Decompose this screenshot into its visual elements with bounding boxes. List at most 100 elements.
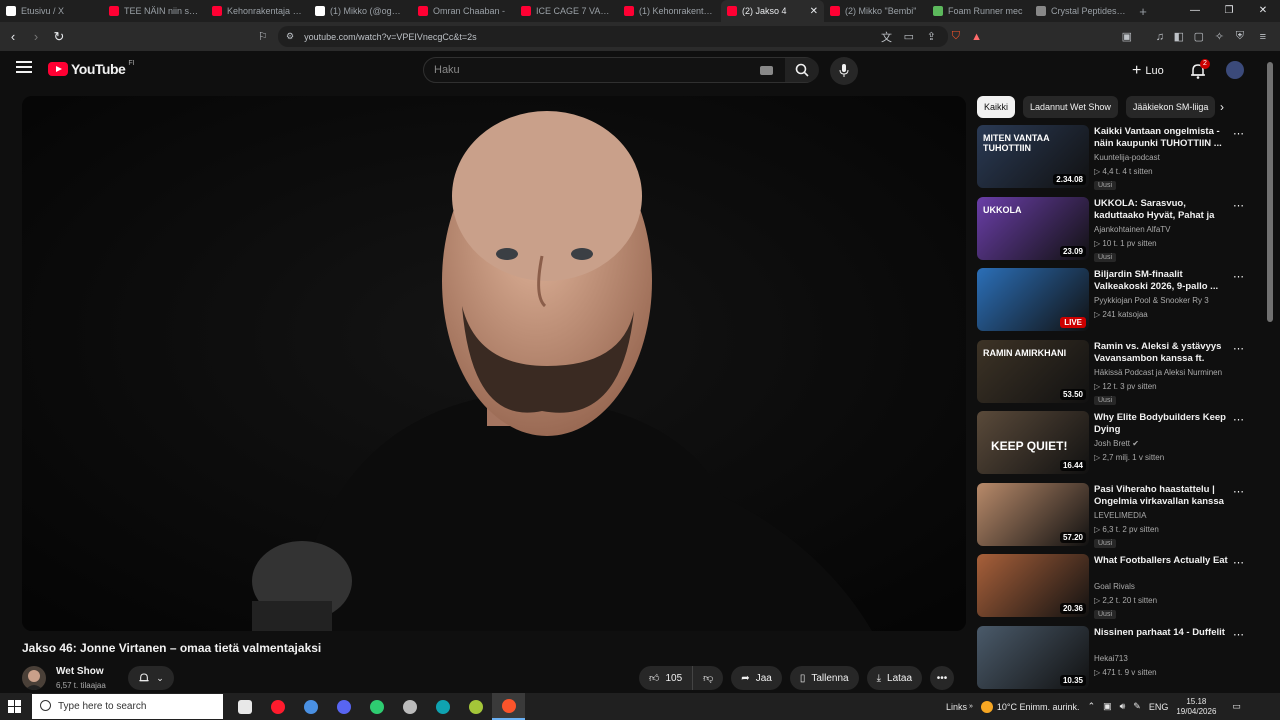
channel-avatar[interactable] [22, 666, 46, 690]
keyboard-icon[interactable] [760, 66, 773, 75]
video-thumbnail[interactable]: RAMIN AMIRKHANI 53.50 [977, 339, 1089, 403]
recommended-channel[interactable]: Häkissä Podcast ja Aleksi Nurminen [1094, 368, 1222, 377]
video-thumbnail[interactable]: MITEN VANTAA TUHOTTIIN 2.34.08 [977, 125, 1089, 188]
filter-chip[interactable]: Ladannut Wet Show [1023, 96, 1118, 118]
taskbar-app-button[interactable] [228, 693, 261, 720]
browser-tab[interactable]: (2) Jakso 4 ✕ [721, 0, 824, 22]
language-indicator[interactable]: ENG [1149, 702, 1169, 712]
browser-tab[interactable]: (2) Mikko "Bembi" [824, 0, 927, 22]
more-vert-icon[interactable]: ⋯ [1233, 199, 1244, 212]
filter-chip[interactable]: Jääkiekon SM-liiga [1125, 96, 1216, 118]
chevron-icon[interactable]: » [969, 703, 973, 710]
save-button[interactable]: ▯ Tallenna [789, 666, 859, 690]
reload-icon[interactable]: ↻ [49, 29, 69, 45]
video-thumbnail[interactable]: 57.20 [977, 482, 1089, 546]
recommended-video[interactable]: MITEN VANTAA TUHOTTIIN 2.34.08 Kaikki Vant… [977, 125, 1267, 197]
more-actions-button[interactable]: ••• [930, 666, 955, 690]
subscribed-button[interactable]: ⌄ [128, 666, 174, 690]
links-toolbar[interactable]: Links [946, 702, 967, 712]
brave-shield-icon[interactable]: ⛉ [952, 30, 960, 43]
video-thumbnail[interactable]: LIVE [977, 268, 1089, 331]
browser-tab[interactable]: (1) Mikko (@ogmikk [309, 0, 412, 22]
recommended-video[interactable]: LIVE Biljardin SM-finaalit Valkeakoski 20… [977, 268, 1267, 340]
browser-tab[interactable]: Foam Runner mec [927, 0, 1030, 22]
more-vert-icon[interactable]: ⋯ [1233, 342, 1244, 355]
voice-search-button[interactable] [830, 57, 858, 85]
url-field[interactable]: ⚙ youtube.com/watch?v=VPEIVnecgCc&t=2s [278, 26, 948, 47]
recommended-video[interactable]: 10.35 Nissinen parhaat 14 - Duffelit Hekai… [977, 625, 1267, 698]
dislike-button[interactable]: 👎︎ [693, 666, 724, 690]
recommended-title[interactable]: Pasi Viheraho haastattelu | Ongelmia vir… [1094, 484, 1234, 508]
recommended-title[interactable]: UKKOLA: Sarasvuo, kaduttaako Hyvät, Paha… [1094, 198, 1234, 222]
recommended-video[interactable]: 57.20 Pasi Viheraho haastattelu | Ongelmi… [977, 482, 1267, 555]
taskbar-app-button[interactable] [360, 693, 393, 720]
pen-icon[interactable]: ✎ [1133, 701, 1141, 712]
recommended-title[interactable]: Ramin vs. Aleksi & ystävyys Vavansambon … [1094, 341, 1234, 365]
browser-tab[interactable]: ICE CAGE 7 VASTU [515, 0, 618, 22]
close-window-icon[interactable]: ✕ [1246, 0, 1280, 22]
clock[interactable]: 15.18 19/04/2026 [1176, 697, 1216, 717]
minimize-icon[interactable]: — [1178, 0, 1212, 22]
leo-icon[interactable]: ✧ [1215, 30, 1224, 43]
tab-close-icon[interactable]: ✕ [810, 6, 818, 17]
weather-widget[interactable]: 10°C Enimm. aurink. [980, 700, 1080, 713]
recommended-title[interactable]: Kaikki Vantaan ongelmista - näin kaupunk… [1094, 126, 1234, 150]
more-vert-icon[interactable]: ⋯ [1233, 413, 1244, 426]
panel-icon[interactable]: ◧ [1174, 30, 1184, 43]
translate-icon[interactable]: 文 [881, 29, 892, 45]
search-input[interactable]: Haku [434, 64, 460, 76]
youtube-logo[interactable]: YouTube FI [48, 60, 135, 77]
cast-icon[interactable]: ▭ [904, 30, 914, 43]
recommended-channel[interactable]: Pyykkiojan Pool & Snooker Ry 3 [1094, 296, 1209, 305]
taskbar-app-button[interactable] [327, 693, 360, 720]
share-icon[interactable]: ⇪ [927, 30, 936, 43]
like-button[interactable]: 👍︎ 105 [639, 666, 694, 690]
taskbar-app-button[interactable] [459, 693, 492, 720]
more-vert-icon[interactable]: ⋯ [1233, 270, 1244, 283]
sidebar-icon[interactable]: ▣ [1122, 30, 1132, 43]
recommended-title[interactable]: Nissinen parhaat 14 - Duffelit [1094, 627, 1234, 639]
video-thumbnail[interactable]: UKKOLA 23.09 [977, 196, 1089, 260]
recommended-video[interactable]: UKKOLA 23.09 UKKOLA: Sarasvuo, kaduttaako … [977, 196, 1267, 269]
channel-name[interactable]: Wet Show [56, 666, 104, 677]
wallet-icon[interactable]: ▢ [1194, 30, 1204, 43]
tray-up-icon[interactable]: ⌃ [1088, 701, 1096, 712]
music-icon[interactable]: ♫ [1156, 31, 1164, 43]
taskbar-app-button[interactable] [393, 693, 426, 720]
bookmark-icon[interactable]: ⚐ [258, 30, 268, 43]
recommended-title[interactable]: What Footballers Actually Eat [1094, 555, 1234, 567]
recommended-channel[interactable]: Goal Rivals [1094, 582, 1135, 591]
back-icon[interactable]: ‹ [3, 29, 23, 44]
browser-tab[interactable]: (1) Kehonrakentaja [618, 0, 721, 22]
recommended-video[interactable]: RAMIN AMIRKHANI 53.50 Ramin vs. Aleksi & y… [977, 339, 1267, 412]
browser-tab[interactable]: Etusivu / X [0, 0, 103, 22]
windows-start-icon[interactable] [8, 700, 21, 713]
recommended-title[interactable]: Why Elite Bodybuilders Keep Dying [1094, 412, 1234, 436]
more-vert-icon[interactable]: ⋯ [1233, 628, 1244, 641]
taskbar-app-button[interactable] [261, 693, 294, 720]
share-button[interactable]: ➦ Jaa [731, 666, 782, 690]
more-vert-icon[interactable]: ⋯ [1233, 556, 1244, 569]
download-button[interactable]: ⤓ Lataa [866, 666, 923, 690]
taskbar-app-button[interactable] [294, 693, 327, 720]
video-thumbnail[interactable]: 20.36 [977, 554, 1089, 617]
network-icon[interactable]: ▣ [1103, 701, 1112, 712]
more-vert-icon[interactable]: ⋯ [1233, 485, 1244, 498]
filter-chip[interactable]: Kaikki [977, 96, 1016, 118]
video-thumbnail[interactable]: KEEP QUIET! 16.44 [977, 411, 1089, 474]
recommended-title[interactable]: Biljardin SM-finaalit Valkeakoski 2026, … [1094, 269, 1234, 293]
more-vert-icon[interactable]: ⋯ [1233, 127, 1244, 140]
action-center-icon[interactable]: ▭ [1232, 701, 1241, 712]
recommended-channel[interactable]: Kuuntelija-podcast [1094, 153, 1160, 162]
browser-tab[interactable]: Kehonrakentaja kilp [206, 0, 309, 22]
recommended-channel[interactable]: Hekai713 [1094, 654, 1128, 663]
new-tab-button[interactable]: + [1133, 4, 1153, 19]
create-button[interactable]: + Luo [1132, 62, 1164, 80]
chevron-right-icon[interactable]: › [1220, 100, 1224, 114]
browser-tab[interactable]: Omran Chaaban - [412, 0, 515, 22]
hamburger-menu-icon[interactable] [16, 61, 32, 75]
recommended-video[interactable]: KEEP QUIET! 16.44 Why Elite Bodybuilders K… [977, 411, 1267, 483]
search-box[interactable]: Haku [423, 57, 819, 83]
browser-tab[interactable]: Crystal Peptides – h [1030, 0, 1133, 22]
recommended-channel[interactable]: Ajankohtainen AlfaTV [1094, 225, 1171, 234]
